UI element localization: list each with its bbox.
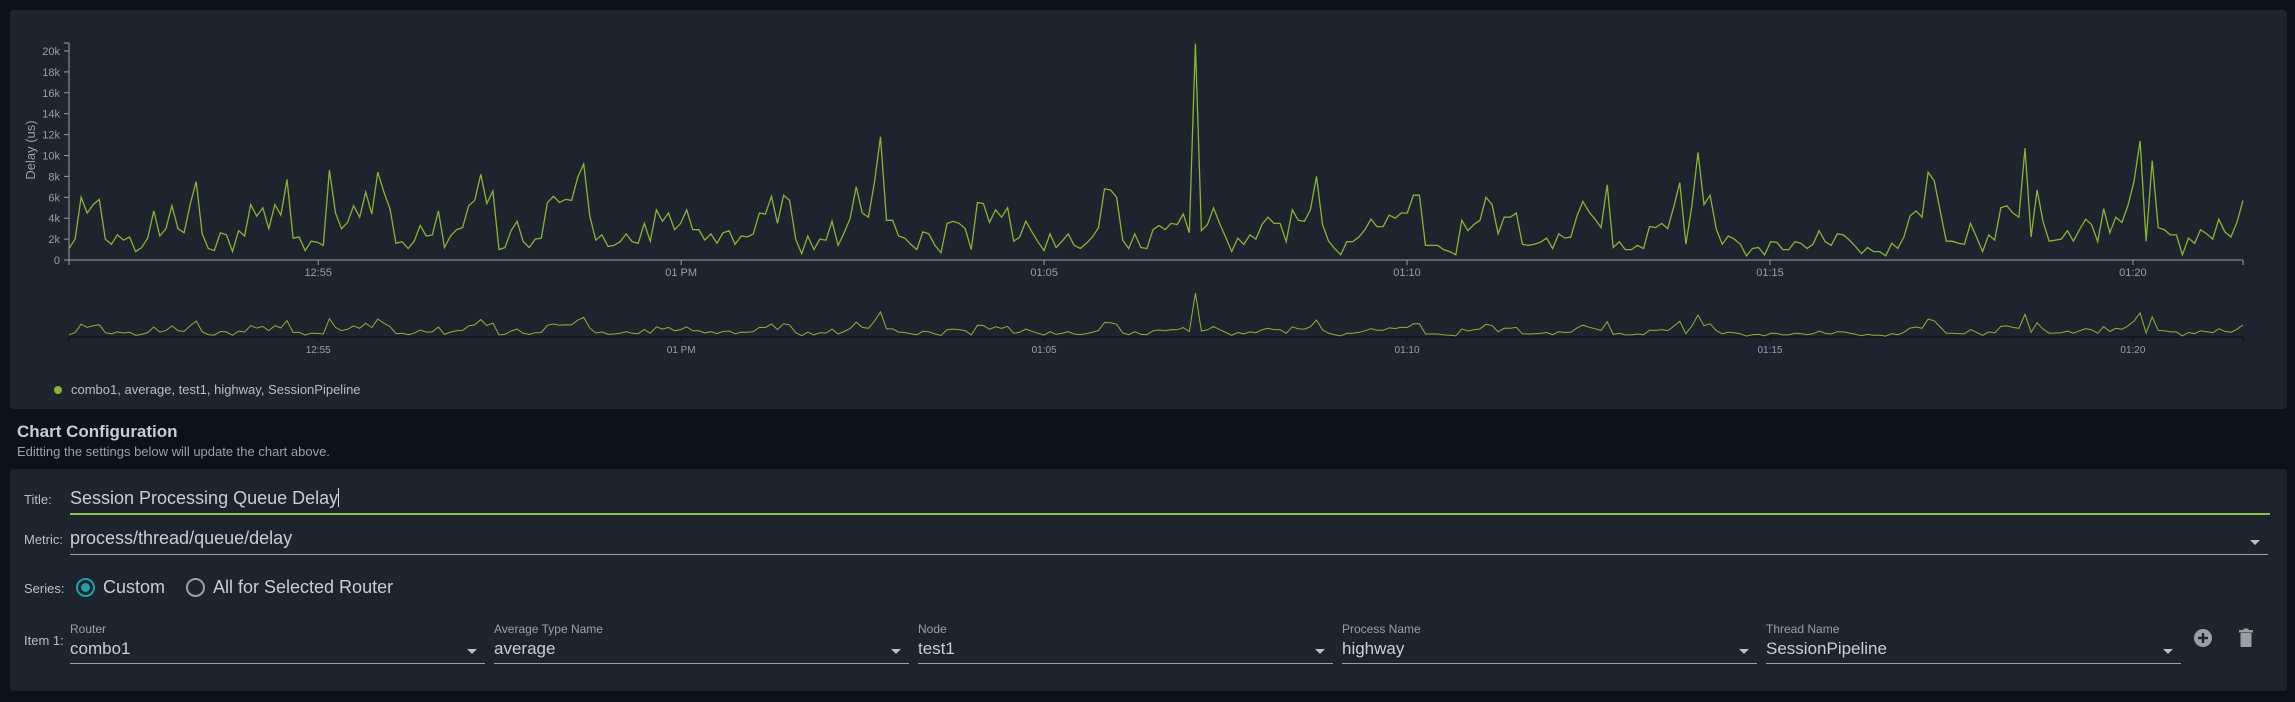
field-value: highway [1342, 639, 1405, 658]
radio-checked-icon [76, 578, 95, 597]
series-line [68, 292, 2244, 337]
field-label: Node [918, 622, 947, 636]
y-tick-label: 0 [54, 255, 60, 267]
item-label: Item 1: [24, 633, 64, 648]
chevron-down-icon [1315, 649, 1325, 654]
plus-circle-icon [2194, 629, 2212, 647]
field-label: Average Type Name [494, 622, 603, 636]
y-tick-label: 16k [42, 88, 60, 100]
field-value: average [494, 639, 556, 658]
x-tick-label: 12:55 [306, 345, 331, 356]
radio-unchecked-icon [186, 578, 205, 597]
series-label: Series: [24, 581, 65, 596]
x-tick-label: 01:20 [2119, 267, 2147, 279]
chevron-down-icon [2250, 540, 2260, 545]
chart-legend[interactable]: combo1, average, test1, highway, Session… [54, 382, 361, 397]
field-value: combo1 [70, 639, 131, 658]
y-tick-label: 12k [42, 130, 60, 142]
field-underline [70, 663, 485, 664]
x-tick-label: 01:05 [1030, 267, 1058, 279]
legend-label: combo1, average, test1, highway, Session… [71, 382, 361, 397]
process-name-select[interactable]: Process Name highway [1342, 622, 1757, 664]
field-label: Process Name [1342, 622, 1421, 636]
chevron-down-icon [891, 649, 901, 654]
config-subheading: Editting the settings below will update … [17, 444, 330, 459]
y-tick-label: 20k [42, 46, 60, 58]
field-label: Router [70, 622, 107, 636]
y-axis-title: Delay (us) [23, 120, 38, 179]
thread-name-select[interactable]: Thread Name SessionPipeline [1766, 622, 2181, 664]
metric-value: process/thread/queue/delay [70, 528, 293, 548]
x-tick-label: 01 PM [665, 267, 697, 279]
y-tick-label: 10k [42, 151, 60, 163]
config-heading: Chart Configuration [17, 422, 178, 441]
y-tick-label: 2k [48, 234, 60, 246]
metric-label: Metric: [24, 532, 63, 547]
series-option-label: All for Selected Router [213, 577, 394, 597]
title-value: Session Processing Queue Delay [70, 488, 339, 508]
router-select[interactable]: Router combo1 [70, 622, 485, 664]
metric-select[interactable]: process/thread/queue/delay [70, 525, 2268, 555]
delay-chart: 12:55 01 PM 01:05 01:10 01:15 01:20 0 2k 4k 6k 8k 1… [23, 42, 2244, 356]
x-tick-label: 01 PM [667, 345, 696, 356]
x-tick-label: 01:10 [1395, 345, 1420, 356]
field-underline [494, 663, 909, 664]
field-value: test1 [918, 639, 955, 658]
y-tick-label: 4k [48, 213, 60, 225]
y-tick-label: 8k [48, 171, 60, 183]
legend-dot [54, 385, 62, 394]
x-tick-label: 12:55 [304, 267, 332, 279]
x-tick-label: 01:05 [1032, 345, 1057, 356]
chart-panel: 12:55 01 PM 01:05 01:10 01:15 01:20 0 2k 4k 6k 8k 1… [10, 10, 2287, 409]
series-option-label: Custom [103, 577, 166, 597]
title-input[interactable]: Session Processing Queue Delay [70, 485, 2270, 515]
trash-icon [2239, 628, 2253, 647]
field-underline [918, 663, 1333, 664]
field-label: Thread Name [1766, 622, 1840, 636]
series-line [68, 43, 2244, 257]
series-radio-all-for-router[interactable]: All for Selected Router [186, 577, 393, 598]
add-item-button[interactable] [2193, 628, 2213, 648]
series-radio-custom[interactable]: Custom [76, 577, 165, 598]
y-tick-label: 6k [48, 192, 60, 204]
title-underline [70, 513, 2270, 515]
field-underline [1342, 663, 1757, 664]
chevron-down-icon [1739, 649, 1749, 654]
text-caret [338, 488, 340, 507]
average-type-select[interactable]: Average Type Name average [494, 622, 909, 664]
chevron-down-icon [467, 649, 477, 654]
chevron-down-icon [2163, 649, 2173, 654]
main-plot: 12:55 01 PM 01:05 01:10 01:15 01:20 0 2k 4k 6k 8k 1… [23, 42, 2244, 279]
x-tick-label: 01:15 [1756, 267, 1784, 279]
x-tick-label: 01:10 [1393, 267, 1421, 279]
title-label: Title: [24, 492, 52, 507]
y-tick-label: 14k [42, 109, 60, 121]
overview-brush-plot[interactable]: 12:55 01 PM 01:05 01:10 01:15 01:20 [68, 292, 2244, 356]
delete-item-button[interactable] [2236, 628, 2256, 648]
metric-underline [70, 554, 2268, 555]
node-select[interactable]: Node test1 [918, 622, 1333, 664]
y-tick-label: 18k [42, 67, 60, 79]
x-tick-label: 01:20 [2120, 345, 2145, 356]
field-value: SessionPipeline [1766, 639, 1887, 658]
field-underline [1766, 663, 2181, 664]
x-tick-label: 01:15 [1757, 345, 1782, 356]
